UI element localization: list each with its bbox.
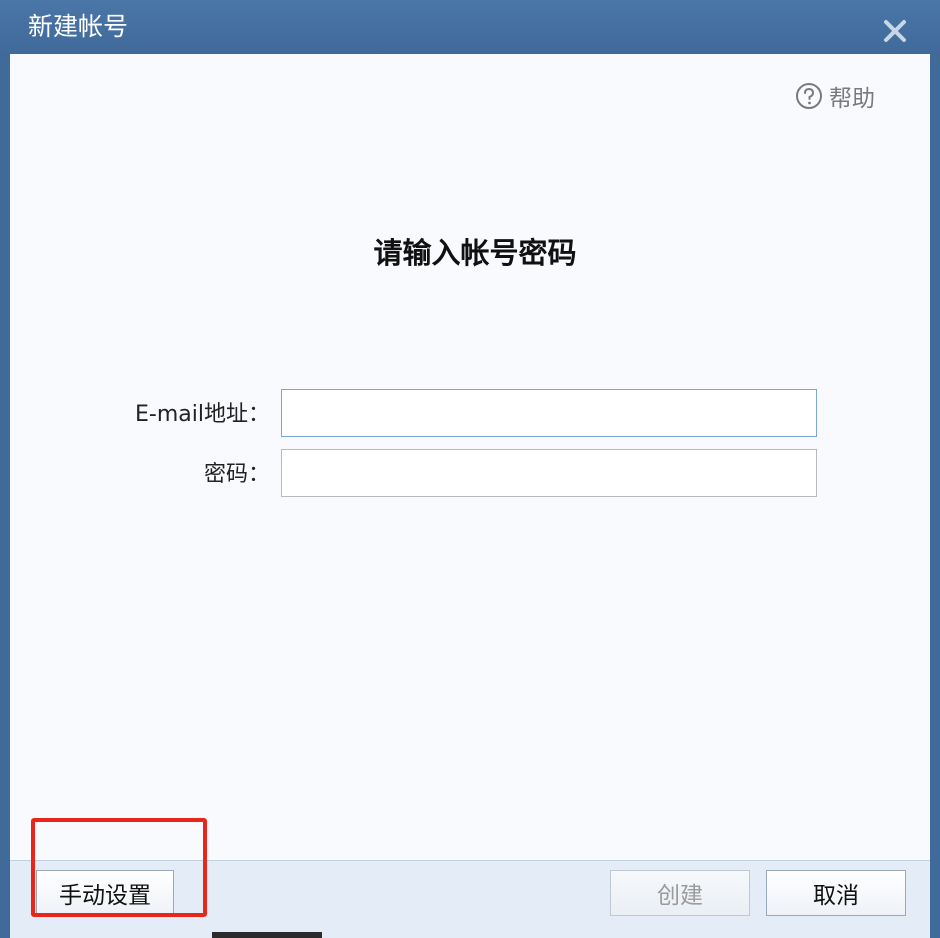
close-icon bbox=[884, 20, 906, 42]
dialog-footer: 手动设置 创建 取消 bbox=[10, 860, 930, 938]
close-button[interactable] bbox=[878, 14, 912, 48]
create-button[interactable]: 创建 bbox=[610, 870, 750, 916]
help-label: 帮助 bbox=[829, 86, 875, 112]
help-link[interactable]: 帮助 bbox=[795, 80, 875, 112]
email-label: E-mail地址： bbox=[135, 402, 270, 427]
email-field[interactable] bbox=[281, 389, 817, 437]
password-label: 密码： bbox=[203, 462, 270, 487]
window-title: 新建帐号 bbox=[28, 12, 129, 41]
title-bar: 新建帐号 bbox=[0, 0, 940, 54]
taskbar-fragment bbox=[212, 932, 322, 938]
form-heading: 请输入帐号密码 bbox=[373, 236, 577, 270]
dialog-content: 帮助 请输入帐号密码 E-mail地址： 密码： bbox=[10, 54, 930, 860]
password-field[interactable] bbox=[281, 449, 817, 497]
question-circle-icon bbox=[796, 83, 822, 109]
new-account-dialog: 新建帐号 帮助 请输入帐号密码 E-mail地址： 密码： 手动设置 创建 取消 bbox=[0, 0, 940, 938]
cancel-button[interactable]: 取消 bbox=[766, 870, 906, 916]
manual-setup-button[interactable]: 手动设置 bbox=[36, 870, 174, 916]
